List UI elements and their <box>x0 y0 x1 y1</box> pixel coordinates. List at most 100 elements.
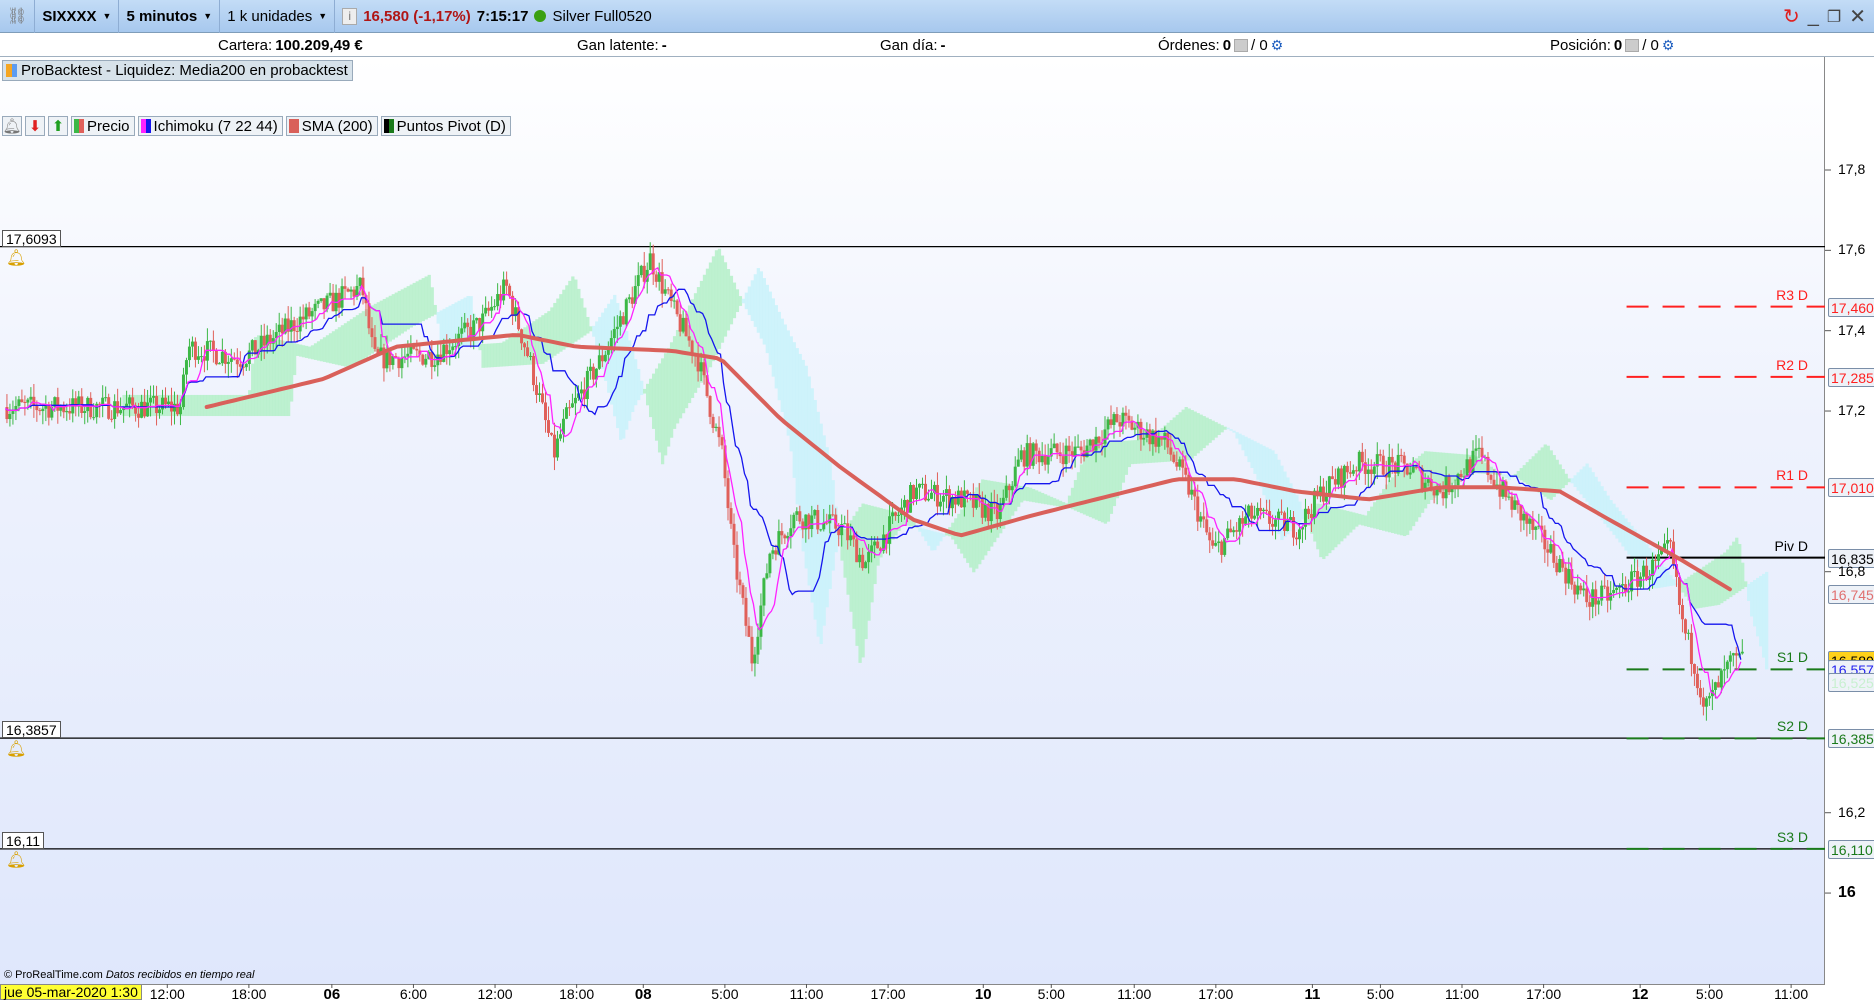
legend-price[interactable]: Precio <box>71 116 135 136</box>
alert-button[interactable]: 🔔︎ <box>2 116 22 136</box>
cloud-segment <box>248 390 252 417</box>
candle-body <box>1052 443 1056 449</box>
cloud-segment <box>1136 439 1140 464</box>
cloud-segment <box>1696 570 1700 609</box>
candle-body <box>1432 490 1436 496</box>
cloud-segment <box>1489 466 1494 475</box>
candle-body <box>1477 447 1481 449</box>
cloud-segment <box>484 343 488 368</box>
candle-body <box>505 279 509 286</box>
candle-body <box>217 363 221 365</box>
cloud-segment <box>1109 441 1114 514</box>
candle-body <box>1612 589 1616 593</box>
legend-sma[interactable]: SMA (200) <box>285 116 378 136</box>
cloud-segment <box>1043 494 1048 505</box>
candle-body <box>1701 697 1705 707</box>
legend-ichimoku[interactable]: Ichimoku (7 22 44) <box>137 116 283 136</box>
cloud-segment <box>1504 474 1509 478</box>
candle-body <box>1588 602 1592 607</box>
candle-body <box>1067 445 1071 452</box>
buy-button[interactable]: ⬆ <box>48 116 68 136</box>
indicator-legend: 🔔︎ ⬇ ⬆ Precio Ichimoku (7 22 44) SMA (20… <box>2 116 511 136</box>
ichimoku-swatch <box>140 119 151 133</box>
candle-body <box>1728 655 1732 662</box>
candle-body <box>1680 605 1684 620</box>
candle-body <box>696 354 700 372</box>
cloud-segment <box>651 373 656 429</box>
bell-icon: 🔔︎ <box>6 741 27 759</box>
candle-body <box>1205 519 1209 533</box>
candle-body <box>741 585 745 598</box>
candle-body <box>935 484 939 507</box>
candle-body <box>864 562 868 569</box>
candle-body <box>23 401 27 403</box>
cloud-segment <box>625 331 629 430</box>
candle-body <box>912 484 916 500</box>
probacktest-label[interactable]: ProBacktest - Liquidez: Media200 en prob… <box>2 60 353 81</box>
candle-body <box>1055 443 1059 453</box>
candle-body <box>612 329 616 339</box>
bell-icon: 🔔︎ <box>2 118 22 135</box>
cloud-segment <box>1396 472 1401 535</box>
candle-body <box>759 605 763 637</box>
candle-body <box>1235 530 1239 532</box>
cloud-segment <box>355 315 360 364</box>
candle-body <box>1695 673 1699 689</box>
cloud-segment <box>547 311 551 360</box>
cloud-segment <box>1340 509 1344 542</box>
candle-body <box>181 374 185 408</box>
cloud-segment <box>1058 500 1063 507</box>
cloud-segment <box>230 394 234 417</box>
cloud-segment <box>1214 422 1218 438</box>
candle-body <box>1112 414 1116 425</box>
candle-body <box>753 654 757 664</box>
candle-body <box>110 418 114 420</box>
cloud-segment <box>927 529 931 546</box>
cloud-segment <box>397 290 401 336</box>
cloud-segment <box>930 530 934 551</box>
candle-body <box>1552 544 1556 563</box>
candle-body <box>1202 516 1206 520</box>
candle-body <box>1402 455 1406 464</box>
candle-body <box>1345 465 1349 473</box>
cloud-segment <box>933 531 937 551</box>
cloud-segment <box>1672 579 1676 586</box>
candle-body <box>250 340 254 351</box>
cloud-segment <box>1361 514 1365 526</box>
cloud-segment <box>1756 577 1760 637</box>
cloud-segment <box>1666 571 1670 587</box>
cloud-segment <box>322 337 327 362</box>
candle-body <box>17 399 21 406</box>
cloud-segment <box>1534 453 1538 491</box>
cloud-segment <box>430 287 434 317</box>
candle-body <box>1474 448 1478 451</box>
cloud-segment <box>1106 441 1111 522</box>
candle-body <box>526 347 530 357</box>
candle-body <box>1214 543 1218 546</box>
candle-body <box>277 324 281 332</box>
legend-pivots[interactable]: Puntos Pivot (D) <box>380 116 511 136</box>
cloud-segment <box>194 394 198 417</box>
candle-body <box>83 411 87 414</box>
sell-button[interactable]: ⬇ <box>25 116 45 136</box>
candle-body <box>313 303 317 312</box>
cloud-segment <box>328 333 333 364</box>
cloud-segment <box>1564 473 1568 486</box>
candle-body <box>549 432 553 435</box>
candle-body <box>630 297 634 304</box>
cloud-segment <box>295 343 300 356</box>
chart-canvas <box>0 169 1831 988</box>
candle-body <box>980 498 984 518</box>
candle-body <box>1046 456 1050 465</box>
candle-body <box>358 277 362 287</box>
candle-body <box>1175 462 1179 467</box>
candle-body <box>137 413 141 418</box>
candle-body <box>1549 544 1553 553</box>
cloud-segment <box>858 507 862 663</box>
cloud-segment <box>1373 502 1377 529</box>
cloud-segment <box>750 280 755 321</box>
candle-body <box>609 338 613 348</box>
cloud-segment <box>565 285 569 348</box>
cloud-segment <box>646 383 650 406</box>
candle-body <box>1719 670 1723 688</box>
